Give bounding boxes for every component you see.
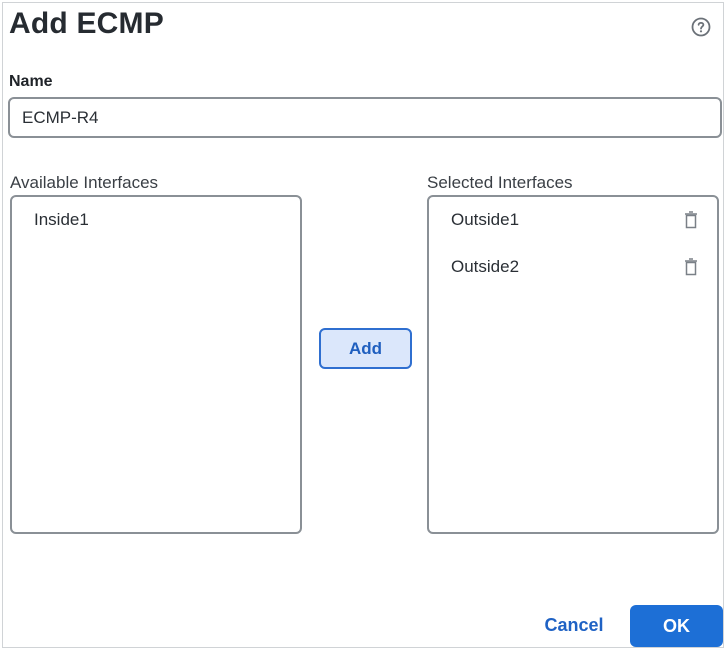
add-button[interactable]: Add — [319, 328, 412, 369]
list-item-outside2[interactable]: Outside2 — [429, 244, 717, 290]
selected-interfaces-list: Outside1 Outside2 — [427, 195, 719, 534]
list-item-label: Outside2 — [451, 257, 520, 276]
list-item-outside1[interactable]: Outside1 — [429, 197, 717, 243]
available-interfaces-label: Available Interfaces — [10, 173, 159, 192]
list-item-label: Outside1 — [451, 210, 520, 229]
name-label: Name — [9, 73, 53, 90]
selected-interfaces-label: Selected Interfaces — [427, 173, 573, 192]
help-icon[interactable] — [691, 17, 711, 37]
list-item-inside1[interactable]: Inside1 — [12, 197, 300, 243]
ok-button[interactable]: OK — [630, 605, 723, 647]
cancel-button[interactable]: Cancel — [531, 607, 617, 643]
name-input[interactable] — [8, 97, 722, 138]
dialog-title: Add ECMP — [9, 7, 164, 40]
trash-icon[interactable] — [683, 211, 699, 229]
available-interfaces-list: Inside1 — [10, 195, 302, 534]
list-item-label: Inside1 — [34, 210, 89, 229]
trash-icon[interactable] — [683, 258, 699, 276]
add-ecmp-dialog: Add ECMP Name Available Interfaces Insid… — [2, 2, 724, 648]
